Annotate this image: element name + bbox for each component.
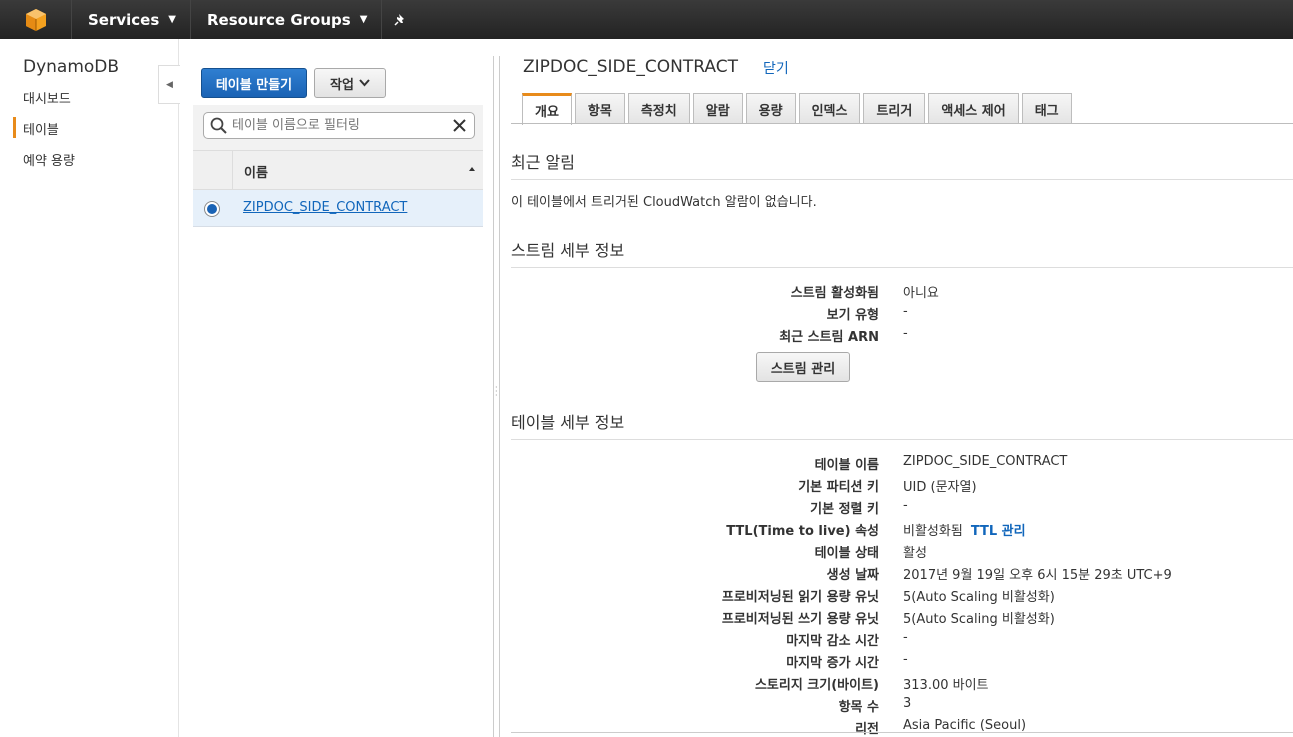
tab-indexes[interactable]: 인덱스	[798, 93, 861, 124]
table-name-label: 테이블 이름	[814, 458, 879, 473]
table-details-heading: 테이블 세부 정보	[511, 413, 625, 432]
tab-overview[interactable]: 개요	[522, 93, 572, 125]
write-capacity-value: 5(Auto Scaling 비활성화)	[903, 612, 1055, 627]
stream-details-heading: 스트림 세부 정보	[511, 241, 625, 260]
top-navigation-bar: Services ▼ Resource Groups ▼	[0, 0, 1293, 39]
table-name-value: ZIPDOC_SIDE_CONTRACT	[903, 454, 1068, 469]
detail-tabs: 개요 항목 측정치 알람 용량 인덱스 트리거 액세스 제어 태그	[522, 93, 1072, 125]
tab-capacity[interactable]: 용량	[745, 93, 796, 124]
table-detail-pane: ZIPDOC_SIDE_CONTRACT 닫기 개요 항목 측정치 알람 용량 …	[511, 39, 1293, 737]
section-divider	[511, 267, 1293, 268]
last-increase-label: 마지막 증가 시간	[786, 656, 879, 671]
detail-title: ZIPDOC_SIDE_CONTRACT	[523, 57, 738, 77]
actions-button[interactable]: 작업	[314, 68, 386, 98]
sidebar-item-dashboard[interactable]: 대시보드	[23, 88, 71, 107]
services-menu[interactable]: Services ▼	[72, 0, 191, 39]
view-type-label: 보기 유형	[826, 308, 879, 323]
sidebar-item-tables[interactable]: 테이블	[23, 119, 59, 138]
collapse-sidebar-button[interactable]: ◀	[158, 65, 180, 104]
table-header: 이름	[193, 150, 483, 190]
service-sidebar: DynamoDB 대시보드 테이블 예약 용량 ◀	[0, 39, 180, 737]
write-capacity-label: 프로비저닝된 쓰기 용량 유닛	[721, 612, 879, 627]
last-decrease-value: -	[903, 630, 908, 645]
close-detail-link[interactable]: 닫기	[763, 58, 789, 78]
section-divider	[511, 179, 1293, 180]
sidebar-item-reserved-capacity[interactable]: 예약 용량	[23, 150, 75, 169]
section-divider	[511, 439, 1293, 440]
aws-cube-icon[interactable]	[0, 0, 72, 39]
manage-ttl-link[interactable]: TTL 관리	[971, 524, 1026, 539]
read-capacity-value: 5(Auto Scaling 비활성화)	[903, 590, 1055, 605]
region-label: 리전	[855, 722, 879, 737]
latest-stream-arn-label: 최근 스트림 ARN	[779, 330, 879, 345]
row-select-radio[interactable]	[204, 201, 220, 217]
item-count-label: 항목 수	[838, 700, 879, 715]
view-type-value: -	[903, 304, 908, 319]
detail-bottom-divider	[511, 732, 1293, 733]
create-table-button[interactable]: 테이블 만들기	[201, 68, 307, 98]
pin-icon[interactable]	[382, 0, 418, 39]
stream-enabled-label: 스트림 활성화됨	[790, 286, 879, 301]
last-decrease-label: 마지막 감소 시간	[786, 634, 879, 649]
actions-label: 작업	[330, 77, 354, 93]
select-column-header	[193, 151, 233, 189]
tab-alarms[interactable]: 알람	[692, 93, 743, 124]
tab-tags[interactable]: 태그	[1021, 93, 1072, 124]
region-value: Asia Pacific (Seoul)	[903, 718, 1027, 733]
partition-key-value: UID (문자열)	[903, 480, 977, 495]
creation-date-value: 2017년 9월 19일 오후 6시 15분 29초 UTC+9	[903, 568, 1172, 583]
table-name-link[interactable]: ZIPDOC_SIDE_CONTRACT	[243, 200, 407, 215]
no-alarms-text: 이 테이블에서 트리거된 CloudWatch 알람이 없습니다.	[511, 195, 817, 210]
tabs-divider	[511, 123, 1293, 124]
table-filter-field[interactable]	[203, 112, 475, 139]
table-status-label: 테이블 상태	[814, 546, 879, 561]
tab-triggers[interactable]: 트리거	[863, 93, 926, 124]
close-icon[interactable]	[451, 117, 468, 134]
sidebar-title: DynamoDB	[23, 57, 120, 77]
item-count-value: 3	[903, 696, 912, 711]
resource-groups-menu[interactable]: Resource Groups ▼	[191, 0, 383, 39]
stream-enabled-value: 아니요	[903, 286, 939, 301]
resource-groups-label: Resource Groups	[207, 10, 351, 29]
table-status-value: 활성	[903, 546, 927, 561]
ttl-status: 비활성화됨	[903, 524, 963, 539]
ttl-attribute-value: 비활성화됨 TTL 관리	[903, 520, 1026, 539]
recent-alarms-heading: 최근 알림	[511, 153, 575, 172]
chevron-down-icon	[359, 79, 370, 87]
tab-metrics[interactable]: 측정치	[627, 93, 690, 124]
pane-splitter[interactable]: · · ·	[493, 56, 500, 737]
search-icon	[210, 117, 227, 134]
storage-size-value: 313.00 바이트	[903, 678, 989, 693]
name-column-header[interactable]: 이름	[244, 162, 268, 181]
partition-key-label: 기본 파티션 키	[798, 480, 879, 495]
table-row[interactable]: ZIPDOC_SIDE_CONTRACT	[193, 190, 483, 227]
drag-handle-icon: · · ·	[495, 383, 498, 400]
storage-size-label: 스토리지 크기(바이트)	[754, 678, 879, 693]
table-list-pane: 테이블 만들기 작업 이름 ZIPDOC_SIDE_CONTRACT	[193, 39, 483, 737]
chevron-down-icon: ▼	[168, 14, 176, 25]
sort-ascending-icon[interactable]	[469, 167, 475, 171]
tab-access-control[interactable]: 액세스 제어	[928, 93, 1019, 124]
chevron-down-icon: ▼	[359, 14, 368, 25]
filter-bar	[193, 105, 483, 150]
sort-key-value: -	[903, 498, 908, 513]
services-label: Services	[88, 10, 160, 29]
creation-date-label: 생성 날짜	[826, 568, 879, 583]
latest-stream-arn-value: -	[903, 326, 908, 341]
table-filter-input[interactable]	[232, 118, 447, 133]
chevron-left-icon: ◀	[166, 79, 173, 90]
last-increase-value: -	[903, 652, 908, 667]
read-capacity-label: 프로비저닝된 읽기 용량 유닛	[721, 590, 879, 605]
manage-stream-button[interactable]: 스트림 관리	[756, 352, 850, 382]
tab-items[interactable]: 항목	[574, 93, 625, 124]
ttl-attribute-label: TTL(Time to live) 속성	[726, 524, 879, 539]
sidebar-active-indicator	[13, 117, 16, 138]
sort-key-label: 기본 정렬 키	[810, 502, 879, 517]
